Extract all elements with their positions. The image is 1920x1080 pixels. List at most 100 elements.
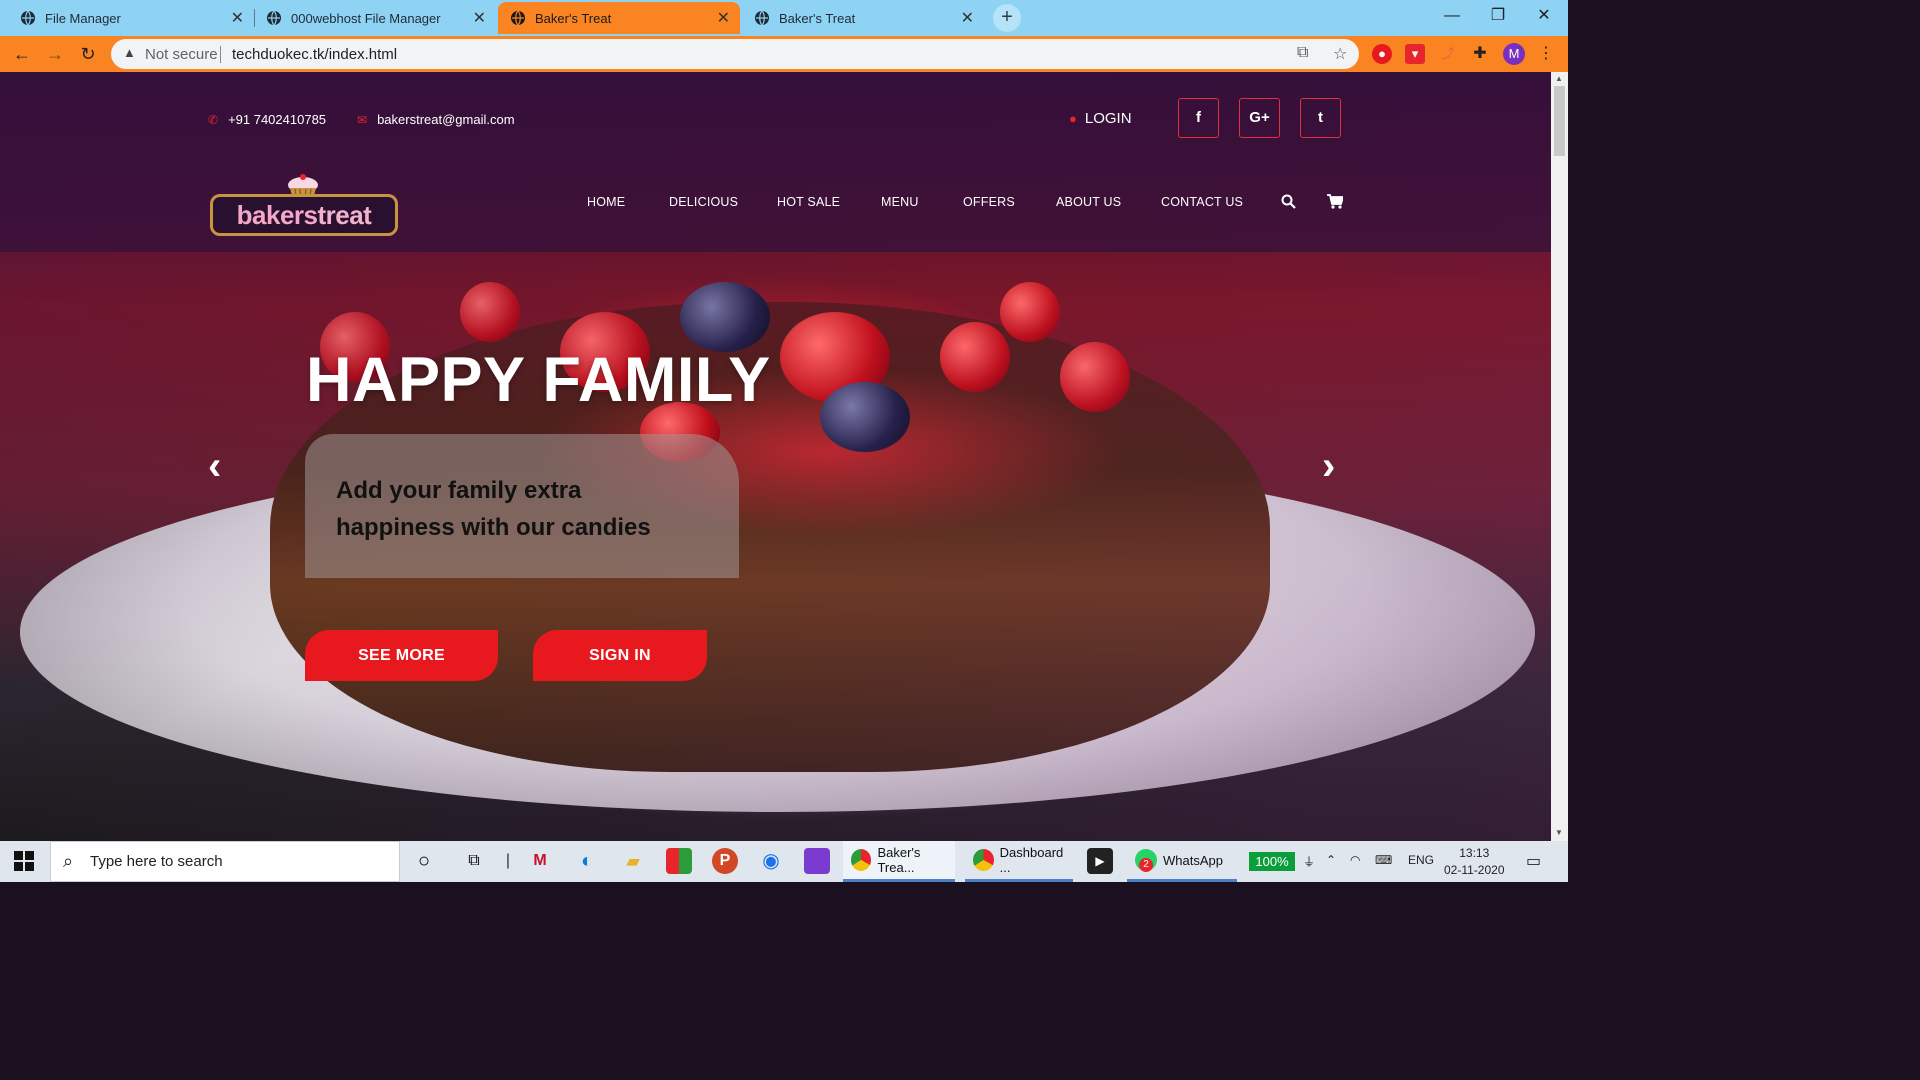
- page-scrollbar[interactable]: ▲ ▼: [1551, 72, 1568, 841]
- carousel-prev-icon[interactable]: ‹: [208, 444, 221, 489]
- email-address: bakerstreat@gmail.com: [377, 112, 515, 127]
- nav-hot-sale[interactable]: HOT SALE: [777, 195, 840, 209]
- hero-caption-box: Add your family extra happiness with our…: [305, 434, 739, 578]
- back-arrow-icon[interactable]: ←: [10, 42, 34, 66]
- scroll-up-icon[interactable]: ▲: [1555, 74, 1563, 83]
- close-tab-icon[interactable]: ✕: [473, 8, 486, 28]
- new-tab-button[interactable]: +: [993, 4, 1021, 32]
- contact-phone[interactable]: ✆ +91 7402410785: [208, 112, 326, 127]
- taskbar-app-label: Dashboard ...: [999, 845, 1064, 875]
- tab-file-manager[interactable]: File Manager ✕: [8, 2, 254, 34]
- phone-icon: ✆: [208, 112, 219, 127]
- site-logo[interactable]: bakerstreat: [210, 194, 398, 236]
- nav-contact-us[interactable]: CONTACT US: [1161, 195, 1243, 209]
- tab-bakers-treat[interactable]: Baker's Treat ✕: [742, 2, 984, 34]
- chrome-icon: [851, 849, 872, 871]
- cart-icon[interactable]: [1327, 194, 1343, 209]
- page-viewport: ✆ +91 7402410785 ✉ bakerstreat@gmail.com…: [0, 72, 1551, 841]
- globe-icon: [511, 10, 525, 26]
- powerpoint-icon[interactable]: P: [712, 848, 738, 874]
- nav-menu[interactable]: MENU: [881, 195, 919, 209]
- minimize-icon[interactable]: —: [1429, 0, 1475, 32]
- menu-kebab-icon[interactable]: ⋮: [1536, 44, 1556, 64]
- clock-date: 02-11-2020: [1444, 863, 1505, 877]
- globe-icon: [21, 10, 35, 26]
- file-explorer-icon[interactable]: ▰: [620, 848, 646, 874]
- forward-arrow-icon[interactable]: →: [43, 42, 67, 66]
- see-more-button[interactable]: SEE MORE: [305, 630, 498, 681]
- carousel-next-icon[interactable]: ›: [1322, 444, 1335, 489]
- close-tab-icon[interactable]: ✕: [231, 8, 244, 28]
- login-link[interactable]: ● LOGIN: [1069, 110, 1132, 127]
- taskbar-app-dashboard[interactable]: Dashboard ...: [965, 841, 1073, 882]
- facebook-icon[interactable]: f: [1178, 98, 1219, 138]
- mcafee-icon[interactable]: M: [527, 848, 553, 874]
- twitter-icon[interactable]: t: [1300, 98, 1341, 138]
- taskbar-divider-icon: |: [505, 852, 511, 869]
- warning-icon[interactable]: ▲: [123, 45, 136, 60]
- tab-000webhost-file-manager[interactable]: 000webhost File Manager ✕: [254, 2, 496, 34]
- notifications-icon[interactable]: ▭: [1526, 851, 1541, 871]
- nav-home[interactable]: HOME: [587, 195, 625, 209]
- task-view-icon[interactable]: ⧉: [461, 848, 487, 874]
- power-plug-icon[interactable]: ⏚: [1303, 853, 1315, 870]
- chrome-icon[interactable]: ◉: [758, 848, 784, 874]
- whatsapp-icon: 2: [1135, 849, 1157, 872]
- logo-text-bakers: bakers: [236, 200, 318, 230]
- security-label[interactable]: Not secure: [145, 46, 218, 63]
- browser-toolbar: ← → ↻ ▲ Not secure techduokec.tk/index.h…: [0, 36, 1568, 72]
- pocket-extension-icon[interactable]: ▾: [1405, 44, 1425, 64]
- close-window-icon[interactable]: ✕: [1521, 0, 1567, 32]
- url-text[interactable]: techduokec.tk/index.html: [232, 46, 397, 63]
- cortana-icon[interactable]: ○: [411, 848, 437, 874]
- nav-about-us[interactable]: ABOUT US: [1056, 195, 1121, 209]
- tab-bakers-treat-active[interactable]: Baker's Treat ✕: [498, 2, 740, 34]
- contact-email[interactable]: ✉ bakerstreat@gmail.com: [357, 112, 515, 127]
- taskbar-app-whatsapp[interactable]: 2 WhatsApp: [1127, 841, 1237, 882]
- tab-title: File Manager: [45, 10, 121, 26]
- search-placeholder: Type here to search: [90, 853, 223, 870]
- extensions-puzzle-icon[interactable]: ✚: [1470, 44, 1490, 64]
- system-clock[interactable]: 13:13 02-11-2020: [1444, 845, 1505, 879]
- scrollbar-thumb[interactable]: [1554, 86, 1565, 156]
- google-plus-icon[interactable]: G+: [1239, 98, 1280, 138]
- taskbar-search-box[interactable]: ⌕ Type here to search: [50, 841, 400, 882]
- hero-headline: HAPPY FAMILY: [306, 345, 771, 415]
- windows-start-icon[interactable]: [14, 851, 34, 871]
- profile-avatar[interactable]: M: [1503, 43, 1525, 65]
- game-app-icon[interactable]: [804, 848, 830, 874]
- close-tab-icon[interactable]: ✕: [961, 8, 974, 28]
- sign-in-button[interactable]: SIGN IN: [533, 630, 707, 681]
- hero-caption: Add your family extra happiness with our…: [336, 477, 651, 541]
- clock-time: 13:13: [1459, 846, 1490, 860]
- nav-delicious[interactable]: DELICIOUS: [669, 195, 738, 209]
- edge-icon[interactable]: ◐: [574, 848, 600, 874]
- user-icon: ●: [1069, 111, 1077, 126]
- keyboard-icon[interactable]: ⌨: [1375, 853, 1392, 867]
- browser-tab-bar: File Manager ✕ 000webhost File Manager ✕…: [0, 0, 1568, 36]
- wifi-icon[interactable]: ◠: [1350, 853, 1360, 867]
- taskbar-app-bakers-treat[interactable]: Baker's Trea...: [843, 841, 955, 882]
- tab-title: 000webhost File Manager: [291, 10, 441, 26]
- notification-badge: 2: [1139, 858, 1153, 872]
- nav-offers[interactable]: OFFERS: [963, 195, 1015, 209]
- address-bar[interactable]: ▲ Not secure techduokec.tk/index.html ⧉ …: [111, 39, 1359, 69]
- close-tab-icon[interactable]: ✕: [717, 8, 730, 28]
- pdf-extension-icon[interactable]: ⤴: [1438, 44, 1458, 64]
- adblock-extension-icon[interactable]: ●: [1372, 44, 1392, 64]
- taskbar-app-label: WhatsApp: [1163, 852, 1223, 868]
- language-indicator[interactable]: ENG: [1408, 853, 1434, 867]
- bookmark-star-icon[interactable]: ☆: [1333, 44, 1347, 64]
- scroll-down-icon[interactable]: ▼: [1555, 828, 1563, 837]
- tab-title: Baker's Treat: [535, 10, 612, 26]
- battery-indicator[interactable]: 100%: [1249, 852, 1295, 871]
- restore-icon[interactable]: ❐: [1475, 0, 1521, 32]
- media-player-icon[interactable]: ▶: [1087, 848, 1113, 874]
- show-hidden-icons-chevron-icon[interactable]: ⌃: [1326, 853, 1336, 867]
- search-icon: ⌕: [63, 851, 74, 871]
- translate-icon[interactable]: ⧉: [1297, 44, 1308, 62]
- office-store-icon[interactable]: [666, 848, 692, 874]
- reload-icon[interactable]: ↻: [76, 42, 100, 66]
- tab-title: Baker's Treat: [779, 10, 856, 26]
- search-icon[interactable]: [1281, 194, 1296, 209]
